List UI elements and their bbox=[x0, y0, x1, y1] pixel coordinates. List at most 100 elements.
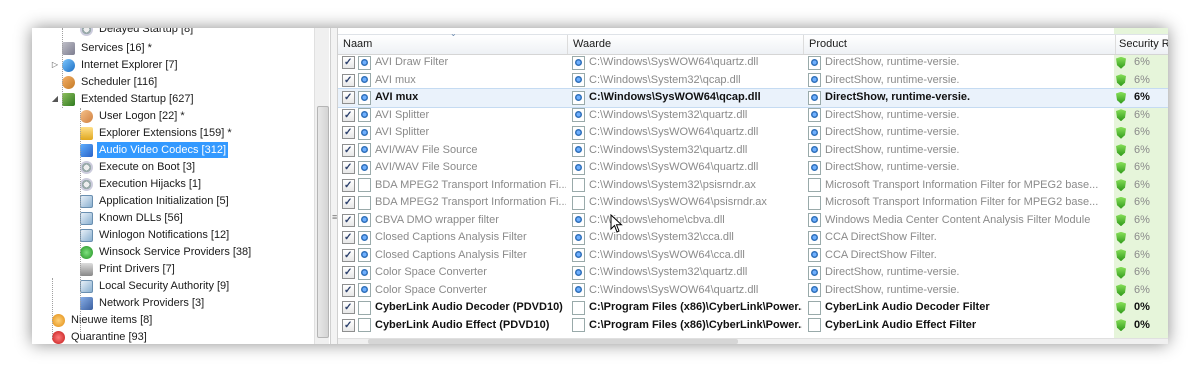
enable-checkbox[interactable] bbox=[342, 299, 355, 317]
enable-checkbox[interactable] bbox=[342, 159, 355, 177]
tree-item[interactable]: Audio Video Codecs [312] bbox=[68, 142, 228, 158]
tree-expander-icon[interactable]: ▷ bbox=[50, 57, 60, 73]
winsock-icon bbox=[80, 245, 93, 259]
enable-checkbox[interactable] bbox=[342, 194, 355, 212]
enable-checkbox[interactable] bbox=[342, 54, 355, 72]
file-icon bbox=[358, 265, 371, 280]
column-header-security-risk[interactable]: Security Ri bbox=[1114, 35, 1168, 54]
table-row[interactable]: CBVA DMO wrapper filter C:\Windows\ehome\… bbox=[338, 212, 1168, 229]
entry-product: DirectShow, runtime-versie. bbox=[825, 266, 960, 278]
list-scrollbar-thumb[interactable] bbox=[368, 339, 738, 344]
entry-product: DirectShow, runtime-versie. bbox=[825, 143, 960, 156]
entry-name: CyberLink Audio Decoder (PDVD10) bbox=[375, 301, 563, 313]
name-cell: AVI Splitter bbox=[338, 124, 566, 142]
file-icon bbox=[572, 300, 585, 315]
enable-checkbox[interactable] bbox=[342, 124, 355, 142]
tree-item[interactable]: Local Security Authority [9] bbox=[68, 278, 231, 294]
tree-item[interactable]: Quarantine [93] bbox=[40, 329, 149, 344]
security-cell: 0% bbox=[1112, 299, 1168, 317]
tree-item[interactable]: Known DLLs [56] bbox=[68, 210, 185, 226]
shield-icon bbox=[1116, 56, 1126, 69]
table-row[interactable]: Closed Captions Analysis Filter C:\Window… bbox=[338, 247, 1168, 264]
product-cell: CCA DirectShow Filter. bbox=[804, 229, 1110, 247]
enable-checkbox[interactable] bbox=[342, 89, 355, 107]
tree-item[interactable]: Application Initialization [5] bbox=[68, 193, 231, 209]
tree-item[interactable]: Execution Hijacks [1] bbox=[68, 176, 203, 192]
table-row[interactable]: BDA MPEG2 Transport Information Fi... C:\… bbox=[338, 177, 1168, 194]
entry-product: DirectShow, runtime-versie. bbox=[825, 91, 971, 103]
table-row[interactable]: AVI Splitter C:\Windows\SysWOW64\quartz.d… bbox=[338, 124, 1168, 142]
table-row[interactable]: AVI Splitter C:\Windows\System32\quartz.d… bbox=[338, 107, 1168, 124]
list-horizontal-scrollbar[interactable] bbox=[338, 338, 1168, 344]
table-row[interactable]: AVI/WAV File Source C:\Windows\System32\q… bbox=[338, 142, 1168, 159]
tree-scrollbar-thumb[interactable] bbox=[317, 106, 329, 338]
enable-checkbox[interactable] bbox=[342, 142, 355, 159]
shield-icon bbox=[1116, 91, 1126, 104]
entry-name: AVI Draw Filter bbox=[375, 56, 449, 68]
security-cell: 6% bbox=[1112, 229, 1168, 247]
column-header-value[interactable]: Waarde bbox=[568, 35, 804, 54]
enable-checkbox[interactable] bbox=[342, 264, 355, 282]
entry-product: Windows Media Center Content Analysis Fi… bbox=[825, 213, 1091, 226]
printer-icon bbox=[80, 262, 93, 276]
tree-item[interactable]: Winsock Service Providers [38] bbox=[68, 244, 253, 260]
file-icon bbox=[808, 178, 821, 193]
tree-item[interactable]: Network Providers [3] bbox=[68, 295, 206, 311]
table-row[interactable]: AVI/WAV File Source C:\Windows\SysWOW64\q… bbox=[338, 159, 1168, 177]
file-icon bbox=[358, 178, 371, 193]
enable-checkbox[interactable] bbox=[342, 107, 355, 124]
tree-item[interactable]: User Logon [22] * bbox=[68, 108, 187, 124]
table-row[interactable]: BDA MPEG2 Transport Information Fi... C:\… bbox=[338, 194, 1168, 212]
tree-item[interactable]: Nieuwe items [8] bbox=[40, 312, 154, 328]
enable-checkbox[interactable] bbox=[342, 317, 355, 334]
table-row[interactable]: AVI mux C:\Windows\System32\qcap.dll Direc… bbox=[338, 72, 1168, 89]
tree-item[interactable]: Scheduler [116] bbox=[50, 74, 159, 90]
enable-checkbox[interactable] bbox=[342, 247, 355, 264]
enable-checkbox[interactable] bbox=[342, 72, 355, 89]
column-header-product[interactable]: Product bbox=[804, 35, 1116, 54]
entry-name: Closed Captions Analysis Filter bbox=[375, 248, 527, 261]
security-risk-value: 6% bbox=[1134, 283, 1150, 296]
enable-checkbox[interactable] bbox=[342, 177, 355, 194]
tree-item[interactable]: Winlogon Notifications [12] bbox=[68, 227, 231, 243]
table-row[interactable]: Closed Captions Analysis Filter C:\Window… bbox=[338, 229, 1168, 247]
tree-item[interactable]: Delayed Startup [8] bbox=[68, 28, 195, 37]
entry-path: C:\Windows\SysWOW64\quartz.dll bbox=[589, 126, 759, 138]
file-icon bbox=[572, 248, 585, 263]
security-risk-value: 6% bbox=[1134, 126, 1150, 138]
product-cell: DirectShow, runtime-versie. bbox=[804, 159, 1110, 177]
table-row[interactable]: Color Space Converter C:\Windows\System32… bbox=[338, 264, 1168, 282]
table-row[interactable]: Color Space Converter C:\Windows\SysWOW64… bbox=[338, 282, 1168, 299]
tree-item[interactable]: Services [16] * bbox=[50, 40, 154, 56]
pane-splitter[interactable]: ≡ bbox=[330, 28, 338, 344]
value-cell: C:\Windows\System32\cca.dll bbox=[568, 229, 802, 247]
name-cell: Color Space Converter bbox=[338, 264, 566, 282]
table-row[interactable]: AVI mux C:\Windows\SysWOW64\qcap.dll Direc… bbox=[338, 88, 1168, 108]
tree-item[interactable]: Execute on Boot [3] bbox=[68, 159, 197, 175]
file-icon bbox=[808, 265, 821, 280]
table-row[interactable]: CyberLink Audio Effect (PDVD10) C:\Progra… bbox=[338, 317, 1168, 334]
table-row[interactable]: AVI Draw Filter C:\Windows\SysWOW64\quart… bbox=[338, 54, 1168, 72]
entry-path: C:\Windows\System32\quartz.dll bbox=[589, 266, 748, 278]
file-icon bbox=[358, 108, 371, 123]
tree-item[interactable]: ◢ Extended Startup [627] bbox=[50, 91, 196, 107]
dll-icon bbox=[80, 279, 93, 293]
file-icon bbox=[572, 73, 585, 88]
user-icon bbox=[80, 109, 93, 123]
enable-checkbox[interactable] bbox=[342, 282, 355, 299]
tree-item[interactable]: Explorer Extensions [159] * bbox=[68, 125, 234, 141]
tree-item[interactable]: ▷ Internet Explorer [7] bbox=[50, 57, 180, 73]
entry-product: DirectShow, runtime-versie. bbox=[825, 161, 960, 173]
shield-icon bbox=[1116, 74, 1126, 87]
entry-path: C:\Program Files (x86)\CyberLink\Power..… bbox=[589, 301, 802, 313]
name-cell: AVI mux bbox=[338, 72, 566, 89]
table-row[interactable]: CyberLink Audio Decoder (PDVD10) C:\Progr… bbox=[338, 299, 1168, 317]
enable-checkbox[interactable] bbox=[342, 212, 355, 229]
entry-product: CyberLink Audio Effect Filter bbox=[825, 318, 977, 331]
tree-expander-icon[interactable]: ◢ bbox=[50, 91, 60, 107]
enable-checkbox[interactable] bbox=[342, 229, 355, 247]
column-header-name[interactable]: Naam bbox=[338, 35, 568, 54]
tree-item[interactable]: Print Drivers [7] bbox=[68, 261, 177, 277]
value-cell: C:\Windows\SysWOW64\quartz.dll bbox=[568, 124, 802, 142]
tree-vertical-scrollbar[interactable] bbox=[314, 28, 329, 344]
